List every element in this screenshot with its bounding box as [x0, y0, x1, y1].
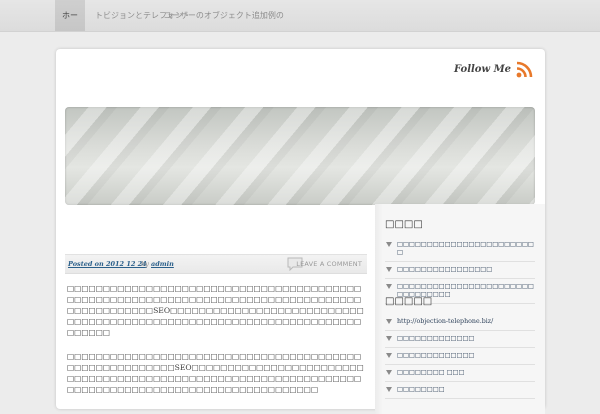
leave-comment-link[interactable]: LEAVE A COMMENT [296, 255, 362, 273]
post-by-label: by [141, 260, 149, 268]
post-paragraph: □□□□□□□□□□□□□□□□□□□□□□□□□□□□□□□□□□□□□□□□… [67, 284, 364, 337]
arrow-down-icon [386, 319, 392, 324]
arrow-down-icon [386, 336, 392, 341]
header-banner-image [65, 107, 535, 205]
post-meta-bar: Posted on 2012 12 24 by admin LEAVE A CO… [65, 254, 367, 274]
sidebar-link[interactable]: □□□□□□□□□□□□□ [385, 331, 535, 348]
sidebar-link[interactable]: □□□□□□□□ □□□ [385, 365, 535, 382]
top-navigation: ホー トビジョンとテレフォン・ ユーザーのオブジェクト追加例の [0, 0, 600, 32]
main-panel: Follow Me Posted on 2012 12 24 by admin … [56, 49, 545, 414]
nav-home-link[interactable]: ホー [55, 0, 85, 31]
sidebar-link[interactable]: □□□□□□□□□□□□□□□□ [385, 262, 535, 279]
widget-title-recent: □□□□ [385, 219, 423, 230]
sidebar-link[interactable]: □□□□□□□□□□□□□□□□□□□□□□□□ [385, 237, 535, 262]
widget-title-links: □□□□□ [385, 296, 433, 307]
sidebar-link[interactable]: □□□□□□□□ [385, 382, 535, 399]
rss-icon[interactable] [516, 61, 533, 78]
post-content: □□□□□□□□□□□□□□□□□□□□□□□□□□□□□□□□□□□□□□□□… [67, 283, 366, 408]
arrow-down-icon [386, 284, 392, 289]
sidebar-link[interactable]: □□□□□□□□□□□□□ [385, 348, 535, 365]
arrow-down-icon [386, 242, 392, 247]
arrow-down-icon [386, 370, 392, 375]
banner-stripes [65, 107, 535, 205]
post-date-link[interactable]: Posted on 2012 12 24 [68, 255, 147, 273]
sidebar: □□□□ □□□□□□□□□□□□□□□□□□□□□□□□ □□□□□□□□□□… [375, 204, 545, 414]
sidebar-link[interactable]: http://objection-telephone.biz/ [385, 314, 535, 331]
follow-me-label: Follow Me [453, 63, 511, 75]
post-paragraph: □□□□□□□□□□□□□□□□□□□□□□□□□□□□□□□□□□□□□□□□… [67, 352, 364, 394]
widget-list-links: http://objection-telephone.biz/ □□□□□□□□… [385, 314, 535, 399]
widget-list-recent: □□□□□□□□□□□□□□□□□□□□□□□□ □□□□□□□□□□□□□□□… [385, 237, 535, 304]
arrow-down-icon [386, 387, 392, 392]
post-author-link[interactable]: admin [151, 255, 174, 273]
arrow-down-icon [386, 353, 392, 358]
nav-link-3[interactable]: ユーザーのオブジェクト追加例の [164, 0, 284, 31]
follow-me-link[interactable]: Follow Me [454, 61, 533, 77]
arrow-down-icon [386, 267, 392, 272]
